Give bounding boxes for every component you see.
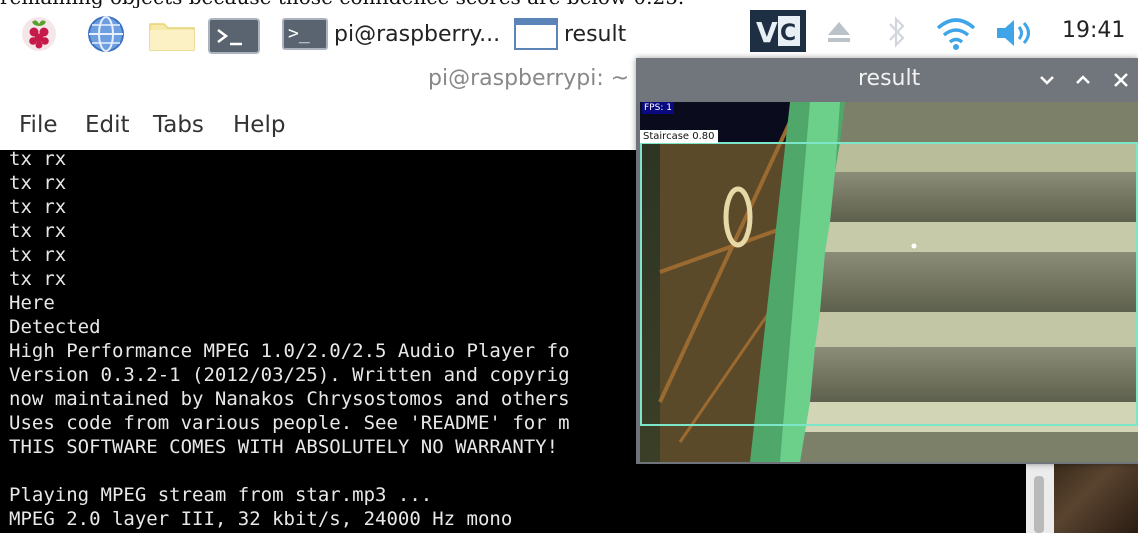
terminal-line: tx rx [9,172,67,194]
terminal-line: now maintained by Nanakos Chrysostomos a… [9,388,570,410]
terminal-line: Playing MPEG stream from star.mp3 ... [9,484,433,506]
taskbar-terminal-task[interactable]: >_ pi@raspberry... [282,14,506,54]
result-titlebar[interactable]: result [636,58,1138,102]
wifi-icon[interactable] [934,14,978,52]
clock[interactable]: 19:41 [1062,18,1125,43]
terminal-line: MPEG 2.0 layer III, 32 kbit/s, 24000 Hz … [9,508,513,530]
svg-text:V: V [756,16,778,49]
web-browser-icon[interactable] [86,14,126,54]
minimize-icon[interactable] [1036,70,1058,90]
background-window-fragment [1054,464,1138,533]
terminal-line: Uses code from various people. See 'READ… [9,412,570,434]
menu-help[interactable]: Help [233,112,285,138]
terminal-icon[interactable] [208,18,260,54]
terminal-line: tx rx [9,220,67,242]
window-icon [514,18,558,50]
detection-bounding-box [640,142,1138,426]
maximize-icon[interactable] [1072,70,1094,90]
terminal-icon: >_ [282,18,328,50]
terminal-line: THIS SOFTWARE COMES WITH ABSOLUTELY NO W… [9,436,570,458]
menu-edit[interactable]: Edit [85,112,130,138]
terminal-line: tx rx [9,150,67,170]
camera-feed: FPS: 1 Staircase 0.80 [640,102,1138,462]
result-title: result [858,66,921,91]
result-window: result FPS: 1 Staircase 0.80 [636,58,1138,464]
taskbar-task-label: result [564,21,627,47]
taskbar: >_ pi@raspberry... result V C 19:41 [0,8,1138,54]
eject-icon[interactable] [826,20,852,44]
bluetooth-icon[interactable] [886,14,908,50]
terminal-line: tx rx [9,268,67,290]
close-icon[interactable] [1110,70,1132,90]
detection-label: Staircase 0.80 [640,130,718,143]
taskbar-result-task[interactable]: result [514,14,640,54]
terminal-line: Detected [9,316,101,338]
raspberry-pi-menu-icon[interactable] [20,14,58,52]
terminal-line: tx rx [9,244,67,266]
vnc-icon[interactable]: V C [750,10,806,52]
menu-tabs[interactable]: Tabs [153,112,204,138]
file-manager-icon[interactable] [148,18,198,52]
terminal-line: Version 0.3.2-1 (2012/03/25). Written an… [9,364,570,386]
terminal-line: tx rx [9,196,67,218]
caption-text: remaining objects because those confiden… [0,0,1138,8]
fps-label: FPS: 1 [642,102,674,114]
terminal-line: Here [9,292,55,314]
taskbar-task-label: pi@raspberry... [334,21,501,47]
menu-file[interactable]: File [19,112,58,138]
volume-icon[interactable] [994,16,1036,50]
terminal-title: pi@raspberrypi: ~ [428,66,630,91]
svg-text:C: C [780,21,796,46]
scrollbar-thumb[interactable] [1034,476,1044,533]
terminal-line: High Performance MPEG 1.0/2.0/2.5 Audio … [9,340,570,362]
